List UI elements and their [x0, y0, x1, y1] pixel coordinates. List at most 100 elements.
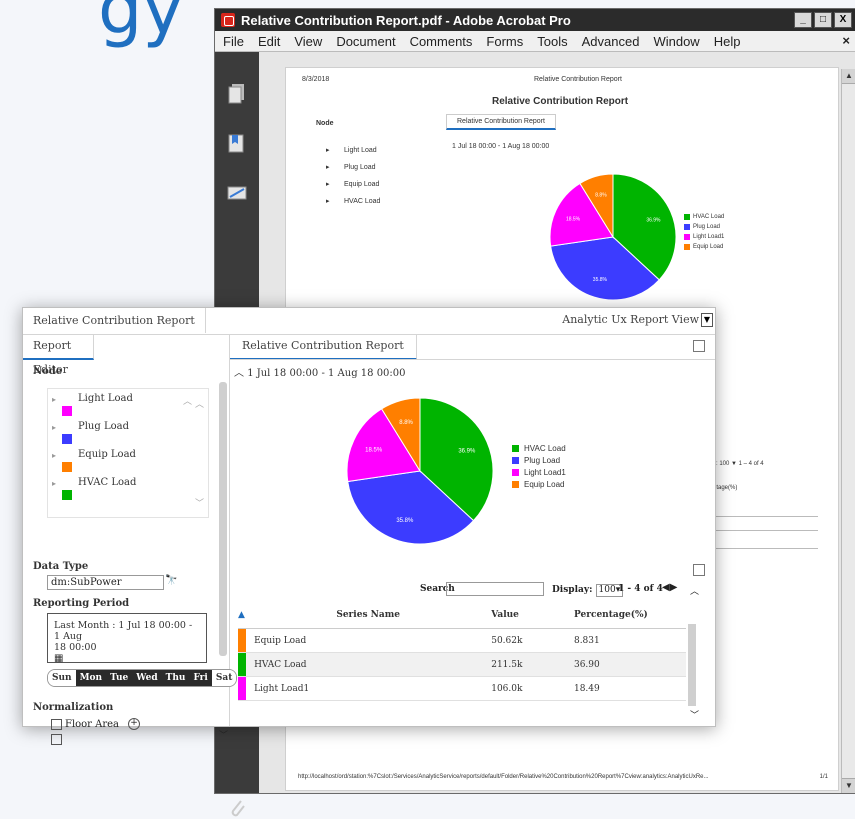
- maximize-icon[interactable]: [693, 340, 705, 352]
- table-scrollbar[interactable]: [688, 624, 696, 706]
- day-fri[interactable]: Fri: [189, 670, 212, 686]
- binoculars-icon[interactable]: 🔭: [165, 575, 177, 586]
- pagination-label: 1 - 4 of 4: [618, 584, 663, 594]
- weekday-selector: Sun Mon Tue Wed Thu Fri Sat: [47, 669, 238, 687]
- chevron-right-icon[interactable]: ▸: [52, 451, 56, 460]
- bookmarks-icon[interactable]: [227, 132, 247, 154]
- menu-comments[interactable]: Comments: [410, 34, 473, 49]
- pagination-arrows[interactable]: ◀▶: [662, 582, 677, 593]
- node-scroll-up-icon[interactable]: ︿: [195, 397, 204, 410]
- menu-forms[interactable]: Forms: [486, 34, 523, 49]
- tab-report-editor[interactable]: Report Editor: [23, 334, 94, 376]
- chart-legend: HVAC Load Plug Load Light Load1 Equip Lo…: [512, 442, 566, 490]
- legend-item-hvac: HVAC Load: [512, 442, 566, 454]
- table-maximize-icon[interactable]: [693, 564, 705, 576]
- pie-slice-label: 8.8%: [399, 420, 413, 426]
- close-document-icon[interactable]: ×: [842, 33, 850, 48]
- cell-value: 211.5k: [490, 652, 573, 677]
- day-tue[interactable]: Tue: [106, 670, 133, 686]
- menu-file[interactable]: File: [223, 34, 244, 49]
- pdf-legend-item: Equip Load: [684, 242, 724, 252]
- pdf-tab: Relative Contribution Report: [446, 114, 556, 130]
- menu-help[interactable]: Help: [714, 34, 741, 49]
- day-sun[interactable]: Sun: [48, 670, 76, 686]
- menu-edit[interactable]: Edit: [258, 34, 280, 49]
- maximize-button[interactable]: □: [814, 12, 832, 28]
- acrobat-title: Relative Contribution Report.pdf - Adobe…: [241, 12, 571, 28]
- scroll-up-arrow[interactable]: ▲: [842, 69, 855, 84]
- pdf-divider: [702, 516, 818, 517]
- menu-view[interactable]: View: [294, 34, 322, 49]
- row-color-marker: [238, 652, 247, 677]
- day-thu[interactable]: Thu: [161, 670, 190, 686]
- calendar-icon[interactable]: ▦: [54, 653, 200, 664]
- pdf-percentage-fragment: ntage(%): [713, 485, 738, 491]
- left-scroll-down-icon[interactable]: ﹀: [219, 728, 228, 741]
- day-mon[interactable]: Mon: [75, 670, 107, 686]
- pdf-icon: [221, 13, 235, 27]
- row-color-marker: [238, 628, 247, 653]
- sort-icon[interactable]: ▲: [238, 602, 247, 629]
- cell-value: 106.0k: [490, 676, 573, 701]
- report-window: Relative Contribution Report Analytic Ux…: [22, 307, 716, 745]
- search-input[interactable]: [446, 582, 544, 596]
- chevron-right-icon[interactable]: ▸: [52, 423, 56, 432]
- view-selector[interactable]: Analytic Ux Report View ▼: [562, 313, 713, 327]
- column-header-value[interactable]: Value: [490, 602, 573, 629]
- series-table: ▲ Series Name Value Percentage(%) Equip …: [238, 602, 686, 701]
- table-scroll-down-icon[interactable]: ﹀: [690, 708, 699, 721]
- legend-item-plug: Plug Load: [512, 454, 566, 466]
- signatures-icon[interactable]: [227, 182, 247, 204]
- pages-icon[interactable]: [227, 82, 247, 104]
- menu-document[interactable]: Document: [336, 34, 395, 49]
- menu-advanced[interactable]: Advanced: [582, 34, 640, 49]
- table-row[interactable]: Equip Load 50.62k 8.831: [238, 628, 686, 653]
- normalization-checkbox[interactable]: [51, 734, 62, 745]
- table-row[interactable]: HVAC Load 211.5k 36.90: [238, 652, 686, 677]
- tab-relative-contribution-report[interactable]: Relative Contribution Report: [23, 308, 206, 333]
- color-swatch: [62, 490, 72, 500]
- legend-item-light: Light Load1: [512, 466, 566, 478]
- acrobat-title-bar: Relative Contribution Report.pdf - Adobe…: [215, 9, 855, 31]
- data-type-input[interactable]: dm:SubPower: [47, 575, 164, 590]
- cell-percentage: 8.831: [572, 628, 686, 653]
- chevron-down-icon[interactable]: ▼: [701, 313, 713, 327]
- pdf-legend-item: Plug Load: [684, 222, 724, 232]
- cell-series-name: HVAC Load: [246, 652, 491, 677]
- reporting-period-box[interactable]: Last Month : 1 Jul 18 00:00 - 1 Aug 18 0…: [47, 613, 207, 664]
- minimize-button[interactable]: _: [794, 12, 812, 28]
- node-scroll-down-icon[interactable]: ﹀: [195, 496, 204, 509]
- acrobat-vertical-scrollbar[interactable]: ▲ ▼: [841, 69, 855, 793]
- menu-window[interactable]: Window: [653, 34, 699, 49]
- menu-tools[interactable]: Tools: [537, 34, 567, 49]
- add-icon[interactable]: +: [128, 718, 141, 730]
- pie-slice-label: 35.8%: [396, 518, 414, 524]
- left-panel-scrollbar[interactable]: [219, 382, 227, 656]
- column-header-series-name[interactable]: Series Name: [246, 602, 491, 629]
- floor-area-label: Floor Area: [65, 718, 120, 730]
- attachments-icon[interactable]: [227, 797, 247, 819]
- close-button[interactable]: X: [834, 12, 852, 28]
- pie-slice-label: 18.5%: [365, 447, 383, 453]
- pdf-node-item: ▸ Light Load: [326, 147, 377, 154]
- day-wed[interactable]: Wed: [132, 670, 162, 686]
- node-section-title: Node: [33, 366, 63, 377]
- chevron-right-icon[interactable]: ▸: [52, 479, 56, 488]
- normalization-extra-row: [51, 734, 62, 745]
- floor-area-checkbox[interactable]: [51, 718, 62, 730]
- cell-percentage: 36.90: [572, 652, 686, 677]
- pdf-node-item: ▸ Equip Load: [326, 181, 380, 188]
- pdf-legend: HVAC Load Plug Load Light Load1 Equip Lo…: [684, 212, 724, 252]
- table-scroll-up-icon[interactable]: ︿: [690, 584, 699, 597]
- tab-report-view[interactable]: Relative Contribution Report: [230, 334, 417, 360]
- table-row[interactable]: Light Load1 106.0k 18.49: [238, 676, 686, 701]
- reporting-period-line1: Last Month : 1 Jul 18 00:00 - 1 Aug: [54, 620, 193, 642]
- scroll-down-arrow[interactable]: ▼: [842, 778, 855, 793]
- report-editor-panel: Report Editor Node ︿ ▸ Light Load ▸ Plug…: [23, 334, 238, 745]
- pdf-divider: [702, 548, 818, 549]
- pdf-divider: [702, 530, 818, 531]
- column-header-percentage[interactable]: Percentage(%): [572, 602, 686, 629]
- pie-slice-label: 36.9%: [458, 449, 476, 455]
- chevron-right-icon[interactable]: ▸: [52, 395, 56, 404]
- color-swatch: [62, 434, 72, 444]
